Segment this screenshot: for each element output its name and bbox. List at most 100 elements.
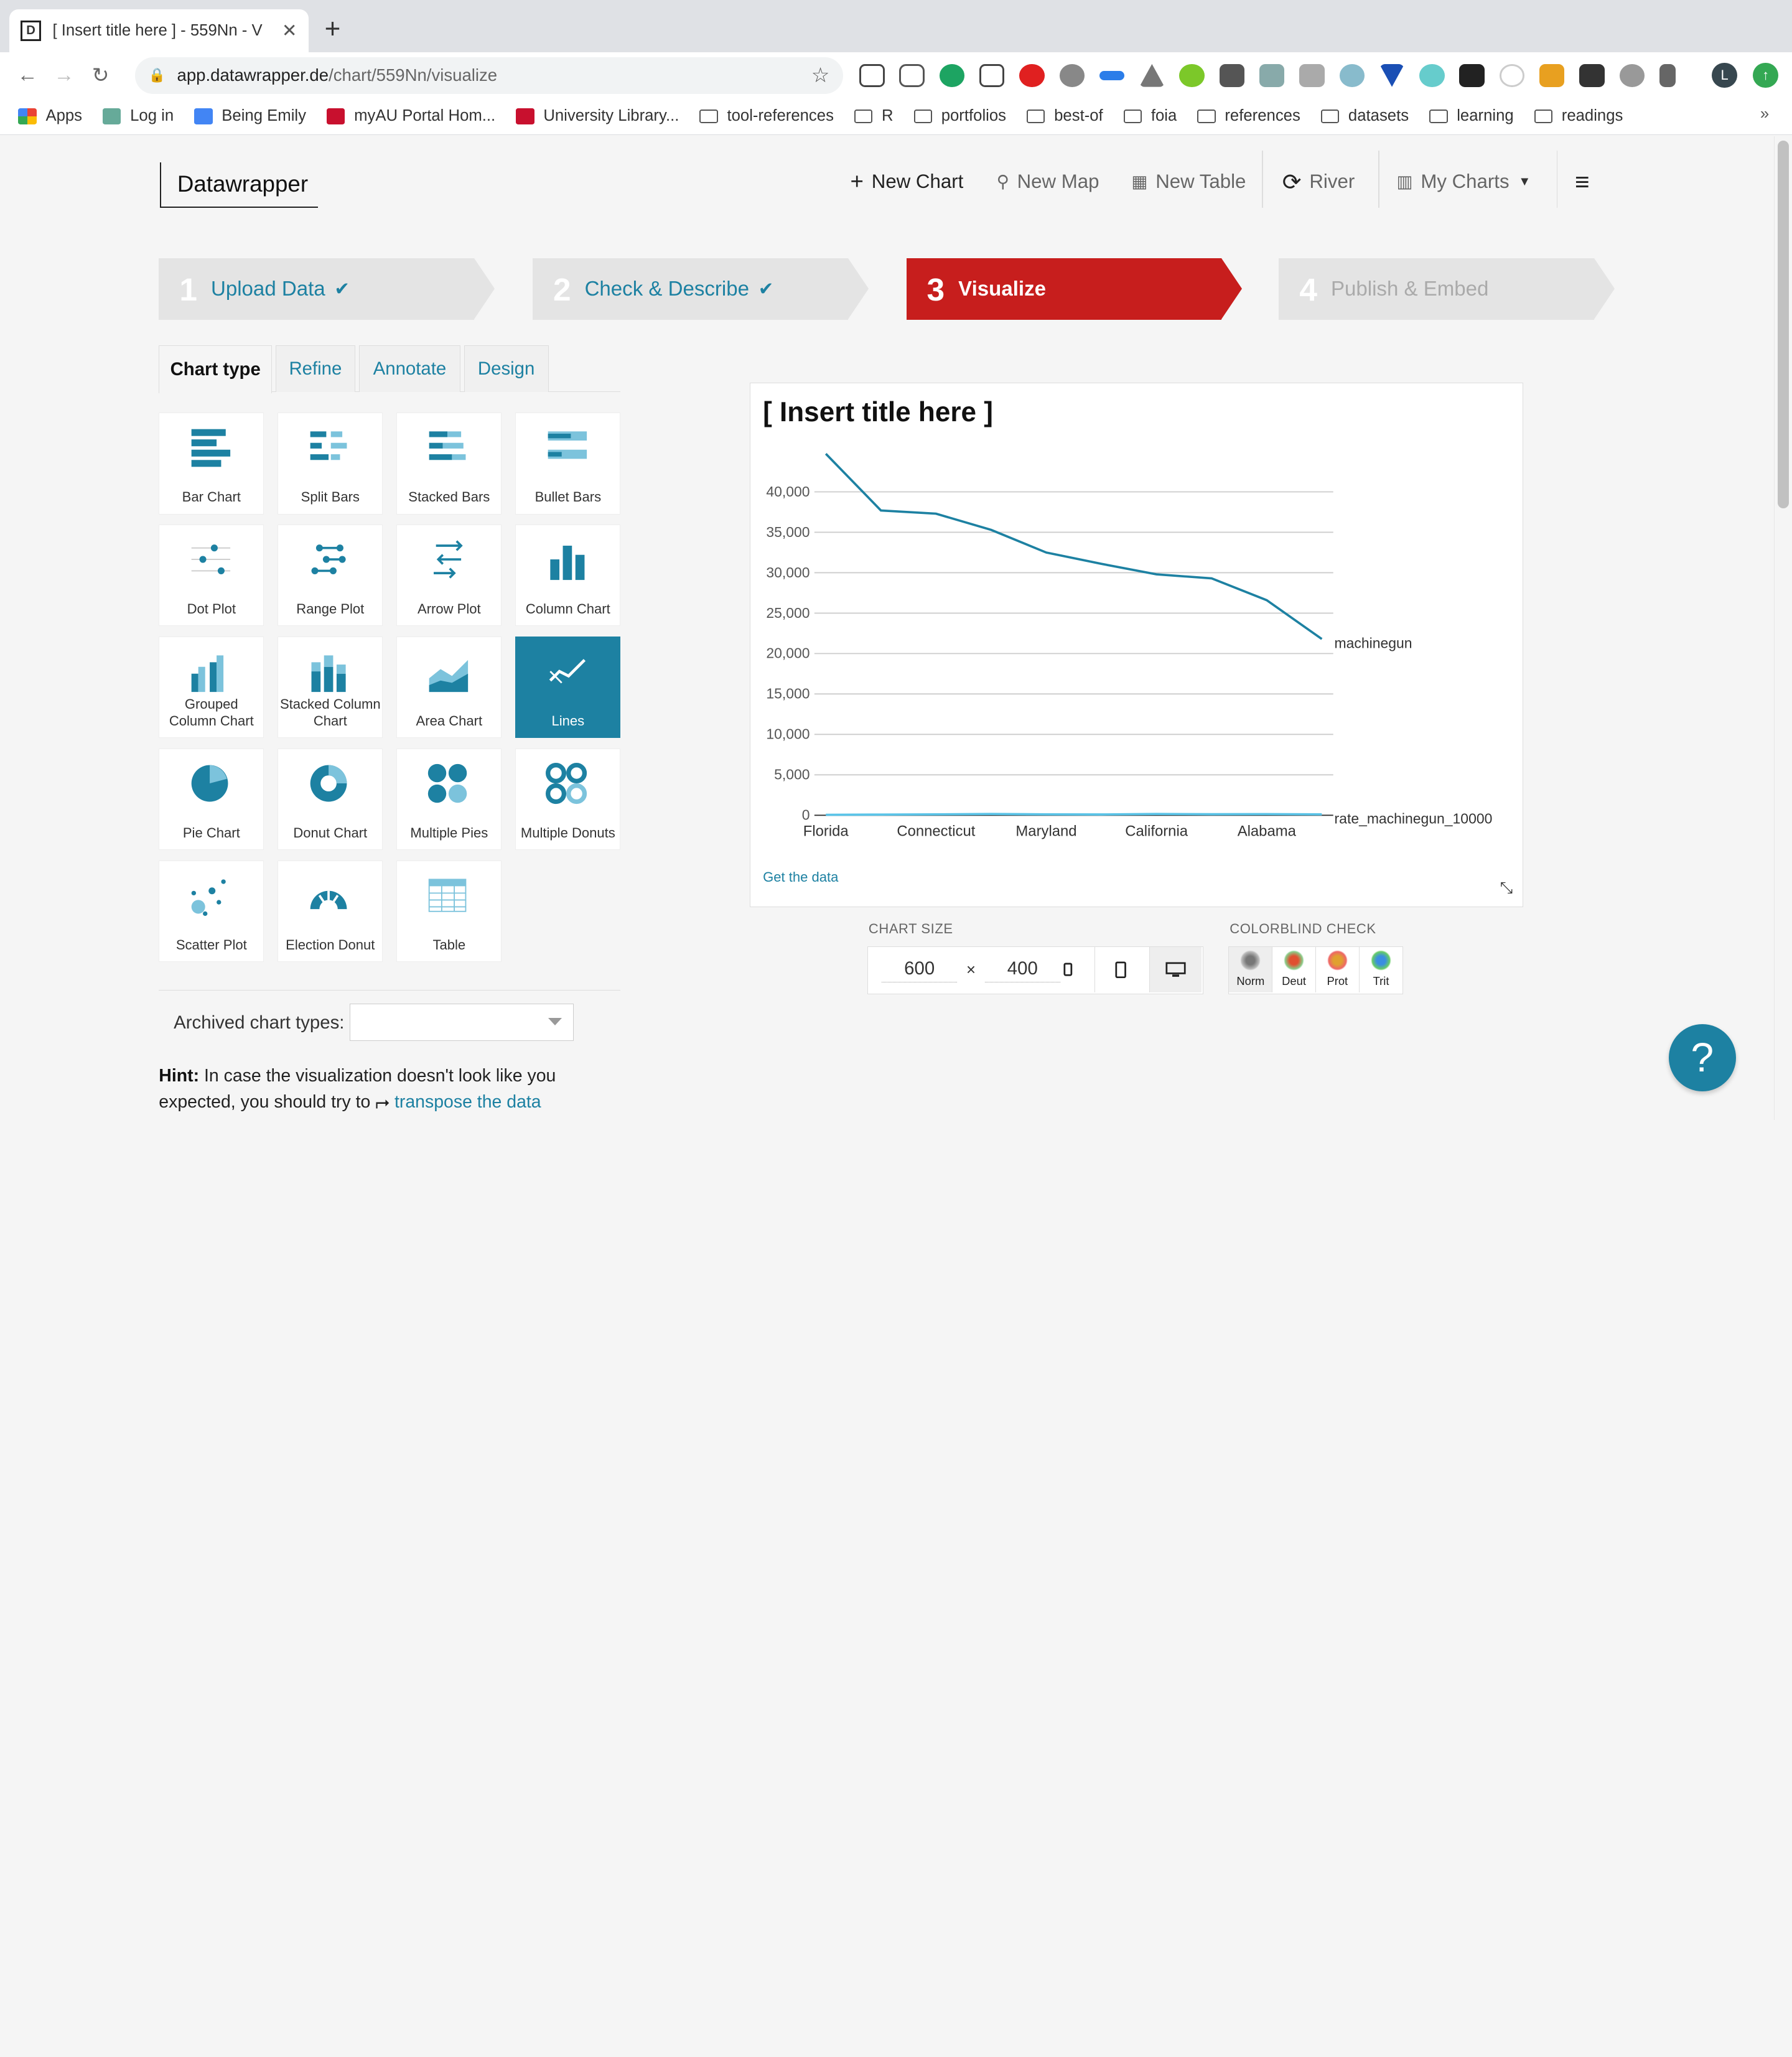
bookmark-folder-r[interactable]: R	[854, 107, 894, 125]
screenshot-extension-icon[interactable]	[859, 63, 885, 87]
browser-tab-title: [ Insert title here ] - 559Nn - V	[52, 22, 263, 40]
chart-type-range-plot[interactable]: Range Plot	[278, 525, 383, 627]
colorblind-norm-button[interactable]: Norm	[1229, 946, 1273, 993]
chart-type-arrow-plot[interactable]: Arrow Plot	[396, 525, 502, 627]
new-tab-icon[interactable]: +	[325, 14, 341, 45]
bookmarks-overflow-icon[interactable]: »	[1760, 105, 1769, 123]
eyedropper-extension-icon[interactable]	[1659, 63, 1676, 87]
river-link[interactable]: ⟳ River	[1282, 164, 1355, 198]
chart-type-grouped-column-chart[interactable]: Grouped Column Chart	[159, 637, 264, 739]
adblock-extension-icon[interactable]	[1019, 63, 1045, 87]
arrows-extension-icon[interactable]	[1099, 70, 1125, 80]
chart-type-bar-chart[interactable]: Bar Chart	[159, 413, 264, 515]
colorblind-prot-button[interactable]: Prot	[1316, 946, 1360, 993]
chart-type-scatter-plot[interactable]: Scatter Plot	[159, 861, 264, 963]
address-bar[interactable]: 🔒 app.datawrapper.de/chart/559Nn/visuali…	[134, 57, 844, 94]
bookmark-folder-readings[interactable]: readings	[1534, 107, 1623, 125]
v-extension-icon[interactable]	[1379, 63, 1405, 87]
mobile-small-icon[interactable]	[1042, 947, 1094, 992]
chart-type-pie-chart[interactable]: Pie Chart	[159, 749, 264, 851]
bookmark-folder-tool-references[interactable]: tool-references	[699, 107, 834, 125]
chart-type-split-bars[interactable]: Split Bars	[278, 413, 383, 515]
green-extension-icon[interactable]	[939, 63, 965, 87]
browser-tab[interactable]: D [ Insert title here ] - 559Nn - V ✕	[9, 9, 309, 53]
update-icon[interactable]: ↑	[1753, 63, 1778, 88]
bookmark-folder-learning[interactable]: learning	[1429, 107, 1514, 125]
checklist-extension-icon[interactable]	[1219, 63, 1245, 87]
chart-type-lines[interactable]: Lines	[515, 637, 621, 739]
bookmark-folder-datasets[interactable]: datasets	[1320, 107, 1409, 125]
tab-chart-type[interactable]: Chart type	[159, 345, 273, 393]
cloud-extension-icon[interactable]	[1059, 63, 1085, 87]
step-check-describe[interactable]: 2 Check & Describe ✔	[532, 258, 869, 320]
page-scrollbar[interactable]	[1773, 136, 1792, 1120]
chart-type-table[interactable]: Table	[396, 861, 502, 963]
bookmark-being-emily[interactable]: Being Emily	[194, 107, 306, 125]
camera-extension-icon[interactable]	[1299, 63, 1325, 87]
drive-extension-icon[interactable]	[1139, 63, 1165, 87]
pocket-extension-icon[interactable]	[899, 63, 925, 87]
chart-type-multiple-pies[interactable]: Multiple Pies	[396, 749, 502, 851]
cup-extension-icon[interactable]	[979, 63, 1005, 87]
new-chart-link[interactable]: + New Chart	[851, 164, 964, 198]
bookmark-folder-best-of[interactable]: best-of	[1027, 107, 1103, 125]
chart-type-bullet-bars[interactable]: Bullet Bars	[515, 413, 621, 515]
scrollbar-thumb[interactable]	[1778, 140, 1790, 509]
tab-refine[interactable]: Refine	[275, 345, 356, 392]
chart-type-multiple-donuts[interactable]: Multiple Donuts	[515, 749, 621, 851]
datawrapper-logo[interactable]: Datawrapper	[160, 162, 318, 208]
bookmark-myau[interactable]: myAU Portal Hom...	[327, 107, 495, 125]
chart-type-area-chart[interactable]: Area Chart	[396, 637, 502, 739]
mobile-icon[interactable]	[1094, 946, 1147, 993]
chart-type-stacked-column-chart[interactable]: Stacked Column Chart	[278, 637, 383, 739]
chart-type-election-donut[interactable]: Election Donut	[278, 861, 383, 963]
chart-type-dot-plot[interactable]: Dot Plot	[159, 525, 264, 627]
step-publish-embed[interactable]: 4 Publish & Embed	[1279, 258, 1615, 320]
step-visualize[interactable]: 3 Visualize	[906, 258, 1243, 320]
tab-annotate[interactable]: Annotate	[358, 345, 461, 392]
chart-type-stacked-bars[interactable]: Stacked Bars	[396, 413, 502, 515]
new-table-link[interactable]: ▦ New Table	[1131, 164, 1246, 198]
chart-type-column-chart[interactable]: Column Chart	[515, 525, 621, 627]
resize-icon[interactable]: ⤡	[1500, 879, 1513, 898]
step-upload-data[interactable]: 1 Upload Data ✔	[159, 258, 495, 320]
forward-icon[interactable]: →	[45, 63, 82, 87]
new-map-link[interactable]: ⚲ New Map	[997, 164, 1099, 198]
pen-extension-icon[interactable]	[1539, 63, 1565, 87]
hamburger-menu-icon[interactable]: ≡	[1575, 164, 1590, 198]
bookmark-folder-references[interactable]: references	[1197, 107, 1300, 125]
check-icon: ✔	[334, 279, 350, 300]
puzzle-extension-icon[interactable]	[1619, 63, 1645, 87]
circle-extension-icon[interactable]	[1499, 63, 1525, 87]
bookmark-folder-foia[interactable]: foia	[1123, 107, 1177, 125]
chart-width-input[interactable]: 600	[882, 958, 958, 982]
colorblind-trit-button[interactable]: Trit	[1360, 947, 1403, 992]
help-button[interactable]: ?	[1668, 1024, 1736, 1092]
colorblind-deut-button[interactable]: Deut	[1272, 946, 1316, 993]
globe-extension-icon[interactable]	[1339, 63, 1365, 87]
lens-extension-icon[interactable]	[1259, 63, 1285, 87]
divider	[159, 989, 621, 991]
bookmark-university-library[interactable]: University Library...	[516, 107, 679, 125]
y-tick-label: 35,000	[766, 524, 810, 540]
transpose-data-link[interactable]: transpose the data	[394, 1092, 541, 1112]
react-extension-icon[interactable]	[1459, 63, 1485, 87]
close-icon[interactable]: ✕	[282, 20, 297, 42]
chart-type-label: Grouped Column Chart	[169, 696, 254, 729]
tab-design[interactable]: Design	[464, 345, 549, 392]
atom-extension-icon[interactable]	[1419, 63, 1445, 87]
chart-type-donut-chart[interactable]: Donut Chart	[278, 749, 383, 851]
profile-avatar[interactable]: L	[1712, 63, 1737, 88]
back-icon[interactable]: ←	[9, 63, 46, 87]
archived-chart-types-select[interactable]	[350, 1003, 574, 1042]
desktop-icon[interactable]	[1149, 946, 1202, 993]
my-charts-dropdown[interactable]: ▥ My Charts ▼	[1396, 164, 1531, 198]
bookmark-login[interactable]: Log in	[103, 107, 174, 125]
plus-extension-icon[interactable]	[1179, 63, 1205, 87]
r-extension-icon[interactable]	[1579, 63, 1605, 87]
get-the-data-link[interactable]: Get the data	[763, 869, 838, 885]
reload-icon[interactable]: ↻	[82, 63, 119, 88]
bookmark-folder-portfolios[interactable]: portfolios	[913, 107, 1006, 125]
bookmark-star-icon[interactable]: ☆	[811, 63, 830, 88]
bookmark-apps[interactable]: Apps	[18, 107, 82, 125]
